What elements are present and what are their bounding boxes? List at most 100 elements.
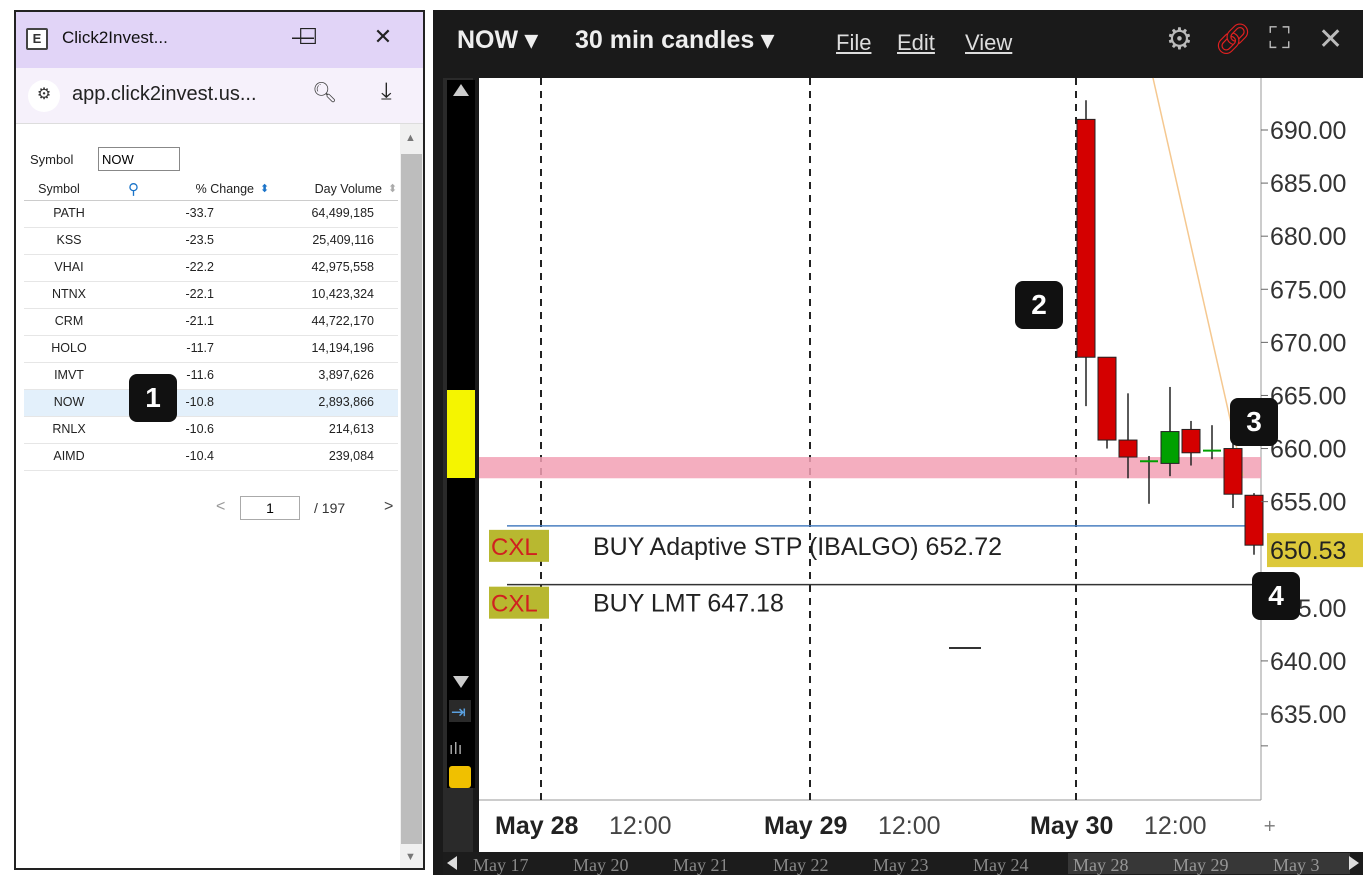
scrollbar[interactable]: ▲ ▼ [400, 124, 423, 868]
cell-change: -21.1 [185, 314, 215, 328]
cell-volume: 214,613 [328, 422, 374, 436]
table-row[interactable]: AIMD -10.4 239,084 [24, 444, 398, 471]
y-tick-label: 675.00 [1270, 276, 1346, 304]
nav-date-label[interactable]: May 21 [673, 855, 729, 875]
search-icon[interactable]: ⚲ [128, 180, 139, 198]
table-row[interactable]: RNLX -10.6 214,613 [24, 417, 398, 444]
axis-corner-icon[interactable]: + [1263, 816, 1276, 835]
magnifier-icon[interactable]: 🔍︎ [312, 80, 337, 105]
table-row[interactable]: KSS -23.5 25,409,116 [24, 228, 398, 255]
annotation-badge-4: 4 [1252, 572, 1300, 620]
header-volume[interactable]: Day Volume [282, 182, 382, 196]
y-tick-label: 640.00 [1270, 648, 1346, 676]
nav-date-label[interactable]: May 24 [973, 855, 1029, 875]
symbol-input[interactable] [98, 147, 180, 171]
cell-volume: 10,423,324 [311, 287, 374, 301]
scroll-up-icon[interactable]: ▲ [405, 132, 416, 144]
candle-body [1223, 448, 1243, 495]
cell-symbol: PATH [53, 206, 85, 220]
table-row[interactable]: HOLO -11.7 14,194,196 [24, 336, 398, 363]
scanner-table: Symbol ⚲ % Change ⬍ Day Volume ⬍ PATH -33… [24, 179, 398, 471]
lock-icon[interactable] [449, 766, 471, 788]
table-row[interactable]: IMVT -11.6 3,897,626 [24, 363, 398, 390]
tune-icon[interactable]: ⚙ [28, 80, 60, 112]
window-title: Click2Invest... [62, 28, 168, 47]
nav-date-label[interactable]: May 17 [473, 855, 529, 875]
page-count: / 197 [314, 500, 346, 516]
cell-symbol: IMVT [54, 368, 84, 382]
gear-icon[interactable]: ⚙ [1166, 22, 1193, 57]
annotation-badge-1: 1 [129, 374, 177, 422]
candle-body [1076, 118, 1096, 358]
cancel-order-label[interactable]: CXL [491, 534, 538, 561]
cell-symbol: HOLO [51, 341, 87, 355]
nav-date-label[interactable]: May 23 [873, 855, 929, 875]
y-tick-label: 655.00 [1270, 489, 1346, 517]
y-tick-label: 685.00 [1270, 170, 1346, 198]
cell-volume: 239,084 [328, 449, 374, 463]
y-tick-label: 665.00 [1270, 382, 1346, 410]
close-icon[interactable]: ✕ [1318, 22, 1343, 57]
scrollbar-thumb[interactable] [401, 154, 422, 844]
cell-volume: 3,897,626 [318, 368, 374, 382]
prev-page-button[interactable]: < [216, 498, 225, 516]
menu-edit[interactable]: Edit [897, 30, 935, 56]
cell-change: -10.4 [185, 449, 215, 463]
timeframe-selector[interactable]: 30 min candles ▾ [575, 25, 774, 55]
maximize-button[interactable]: ☐ [293, 24, 323, 50]
cell-symbol: RNLX [52, 422, 86, 436]
x-time-label: 12:00 [1144, 812, 1207, 840]
cell-change: -11.7 [186, 341, 214, 355]
sort-icon[interactable]: ⬍ [388, 182, 397, 195]
title-bar: E Click2Invest... — [16, 12, 423, 68]
nav-date-label[interactable]: May 22 [773, 855, 829, 875]
menu-file[interactable]: File [836, 30, 871, 56]
last-price-label: 650.53 [1270, 537, 1346, 565]
plot-area[interactable] [479, 78, 1261, 800]
y-tick-label: 660.00 [1270, 436, 1346, 464]
fullscreen-icon[interactable]: ⛶ [1269, 22, 1290, 56]
volume-icon[interactable]: ılı [449, 739, 462, 758]
link-icon[interactable]: 🔗︎ [1214, 22, 1252, 57]
order-label: BUY LMT 647.18 [593, 590, 784, 618]
annotation-badge-2: 2 [1015, 281, 1063, 329]
table-row[interactable]: PATH -33.7 64,499,185 [24, 201, 398, 228]
y-tick-label: 690.00 [1270, 117, 1346, 145]
page-input[interactable] [240, 496, 300, 520]
cancel-order-label[interactable]: CXL [491, 591, 538, 618]
next-page-button[interactable]: > [384, 498, 393, 516]
url-text[interactable]: app.click2invest.us... [72, 83, 257, 106]
cell-volume: 2,893,866 [318, 395, 374, 409]
price-chart[interactable]: ⇥ ılı CXL BUY Adaptive STP (IBALGO) 652.7… [433, 68, 1363, 875]
table-row[interactable]: VHAI -22.2 42,975,558 [24, 255, 398, 282]
cell-volume: 25,409,116 [312, 233, 374, 247]
menu-view[interactable]: View [965, 30, 1012, 56]
cell-symbol: CRM [54, 314, 84, 328]
header-symbol[interactable]: Symbol [34, 182, 84, 196]
app-icon: E [26, 28, 48, 50]
annotation-badge-3: 3 [1230, 398, 1278, 446]
order-label: BUY Adaptive STP (IBALGO) 652.72 [593, 533, 1002, 561]
y-tick-label: 670.00 [1270, 329, 1346, 357]
cell-symbol: VHAI [54, 260, 84, 274]
cell-volume: 64,499,185 [311, 206, 374, 220]
symbol-selector[interactable]: NOW ▾ [457, 25, 538, 55]
fit-icon[interactable]: ⇥ [451, 702, 466, 723]
cell-volume: 42,975,558 [311, 260, 374, 274]
close-button[interactable]: ✕ [368, 24, 398, 50]
candle-body [1160, 431, 1180, 464]
scroll-down-icon[interactable]: ▼ [405, 851, 416, 863]
table-row[interactable]: NTNX -22.1 10,423,324 [24, 282, 398, 309]
scroller-thumb[interactable] [447, 390, 475, 478]
cell-change: -22.2 [185, 260, 215, 274]
sort-icon[interactable]: ⬍ [260, 182, 269, 195]
nav-date-label[interactable]: May 20 [573, 855, 629, 875]
nav-window[interactable] [1068, 853, 1350, 874]
table-row-selected[interactable]: NOW -10.8 2,893,866 [24, 390, 398, 417]
cell-symbol: AIMD [53, 449, 85, 463]
x-time-label: 12:00 [878, 812, 941, 840]
header-change[interactable]: % Change [159, 182, 254, 196]
download-icon[interactable]: ⤓ [381, 78, 392, 106]
table-row[interactable]: CRM -21.1 44,722,170 [24, 309, 398, 336]
candle-body [1118, 439, 1138, 458]
